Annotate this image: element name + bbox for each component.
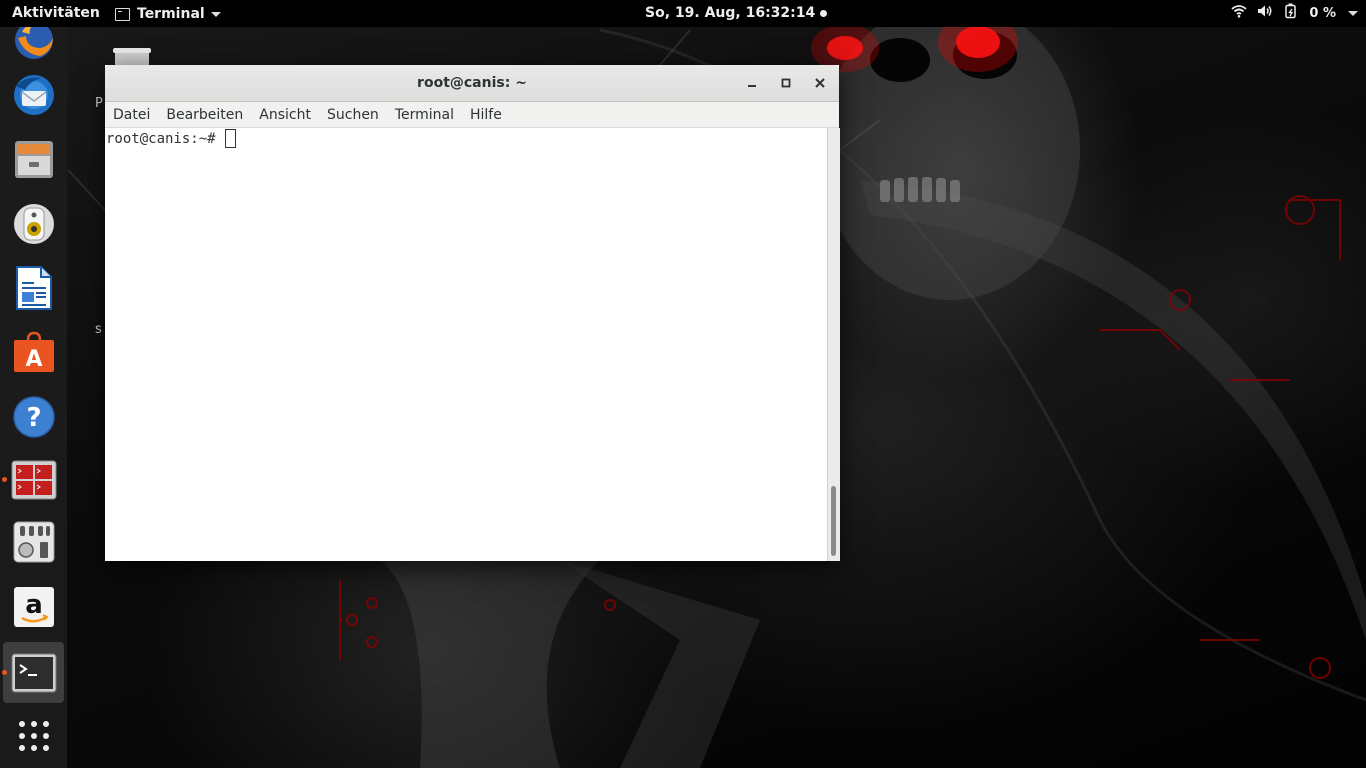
help-icon: ?	[12, 395, 55, 438]
menu-datei[interactable]: Datei	[105, 107, 158, 123]
svg-text:a: a	[25, 590, 43, 620]
dock-settings[interactable]	[3, 511, 64, 572]
thunderbird-icon	[13, 74, 54, 115]
dock-files[interactable]	[3, 128, 64, 189]
menu-bearbeiten[interactable]: Bearbeiten	[158, 107, 251, 123]
files-cabinet-icon	[14, 140, 53, 178]
dock-rhythmbox[interactable]	[3, 193, 64, 254]
desktop-label-s: s	[95, 322, 102, 337]
svg-text:A: A	[25, 347, 42, 372]
volume-icon	[1257, 4, 1273, 22]
app-grid-icon	[18, 720, 49, 751]
dropdown-caret-icon	[1348, 10, 1358, 16]
desktop-trash-icon[interactable]	[113, 45, 153, 67]
dock-thunderbird[interactable]	[3, 64, 64, 125]
top-bar: Aktivitäten Terminal So, 19. Aug, 16:32:…	[0, 0, 1366, 27]
clock[interactable]: So, 19. Aug, 16:32:14	[645, 5, 828, 21]
show-applications-button[interactable]	[3, 705, 64, 766]
dock-libreoffice-writer[interactable]	[3, 257, 64, 318]
svg-text:?: ?	[26, 403, 41, 433]
menu-hilfe[interactable]: Hilfe	[462, 107, 510, 123]
settings-sliders-icon	[13, 521, 54, 562]
clock-text: So, 19. Aug, 16:32:14	[645, 5, 816, 21]
amazon-icon: a	[13, 586, 54, 627]
terminal-output[interactable]: root@canis:~#	[105, 128, 827, 561]
desktop-label-p: P	[95, 96, 103, 111]
battery-percent: 0 %	[1309, 5, 1336, 21]
menu-terminal[interactable]: Terminal	[387, 107, 462, 123]
speaker-icon	[13, 203, 54, 244]
menu-bar: Datei Bearbeiten Ansicht Suchen Terminal…	[105, 102, 839, 128]
battery-icon	[1283, 3, 1299, 23]
shell-prompt: root@canis:~#	[106, 130, 225, 147]
wifi-icon	[1231, 4, 1247, 22]
dock-terminal[interactable]	[2, 642, 64, 703]
dock-terminal-split[interactable]	[2, 449, 64, 510]
app-menu[interactable]: Terminal	[115, 4, 221, 24]
window-title: root@canis: ~	[417, 75, 527, 91]
maximize-icon	[781, 78, 791, 88]
minimize-icon	[748, 85, 756, 87]
terminal-window[interactable]: root@canis: ~ Datei Bearbeiten Ansicht S…	[105, 65, 840, 561]
prompt-line: root@canis:~#	[106, 129, 237, 148]
menu-ansicht[interactable]: Ansicht	[251, 107, 319, 123]
terminal-icon	[11, 653, 56, 692]
notification-dot-icon	[820, 9, 828, 17]
maximize-button[interactable]	[777, 74, 795, 92]
minimize-button[interactable]	[743, 74, 761, 92]
system-status-menu[interactable]: 0 %	[1231, 3, 1358, 23]
dock-help[interactable]: ?	[3, 386, 64, 447]
terminal-split-icon	[11, 460, 56, 499]
running-indicator	[2, 670, 7, 675]
terminal-app-icon	[115, 7, 130, 21]
scrollbar-thumb[interactable]	[831, 486, 836, 556]
dock-ubuntu-software[interactable]: A	[3, 321, 64, 382]
menu-suchen[interactable]: Suchen	[319, 107, 387, 123]
dock-amazon[interactable]: a	[3, 576, 64, 637]
dock: A ? a	[0, 20, 67, 768]
window-titlebar[interactable]: root@canis: ~	[105, 65, 839, 102]
close-button[interactable]	[811, 74, 829, 92]
app-menu-label: Terminal	[137, 6, 205, 22]
document-writer-icon	[15, 265, 52, 310]
software-bag-icon: A	[13, 331, 54, 372]
vertical-scrollbar[interactable]	[827, 128, 840, 561]
text-cursor	[225, 129, 237, 148]
activities-button[interactable]: Aktivitäten	[12, 5, 100, 21]
close-icon	[815, 78, 825, 88]
running-indicator	[2, 477, 7, 482]
chevron-down-icon	[210, 11, 221, 17]
